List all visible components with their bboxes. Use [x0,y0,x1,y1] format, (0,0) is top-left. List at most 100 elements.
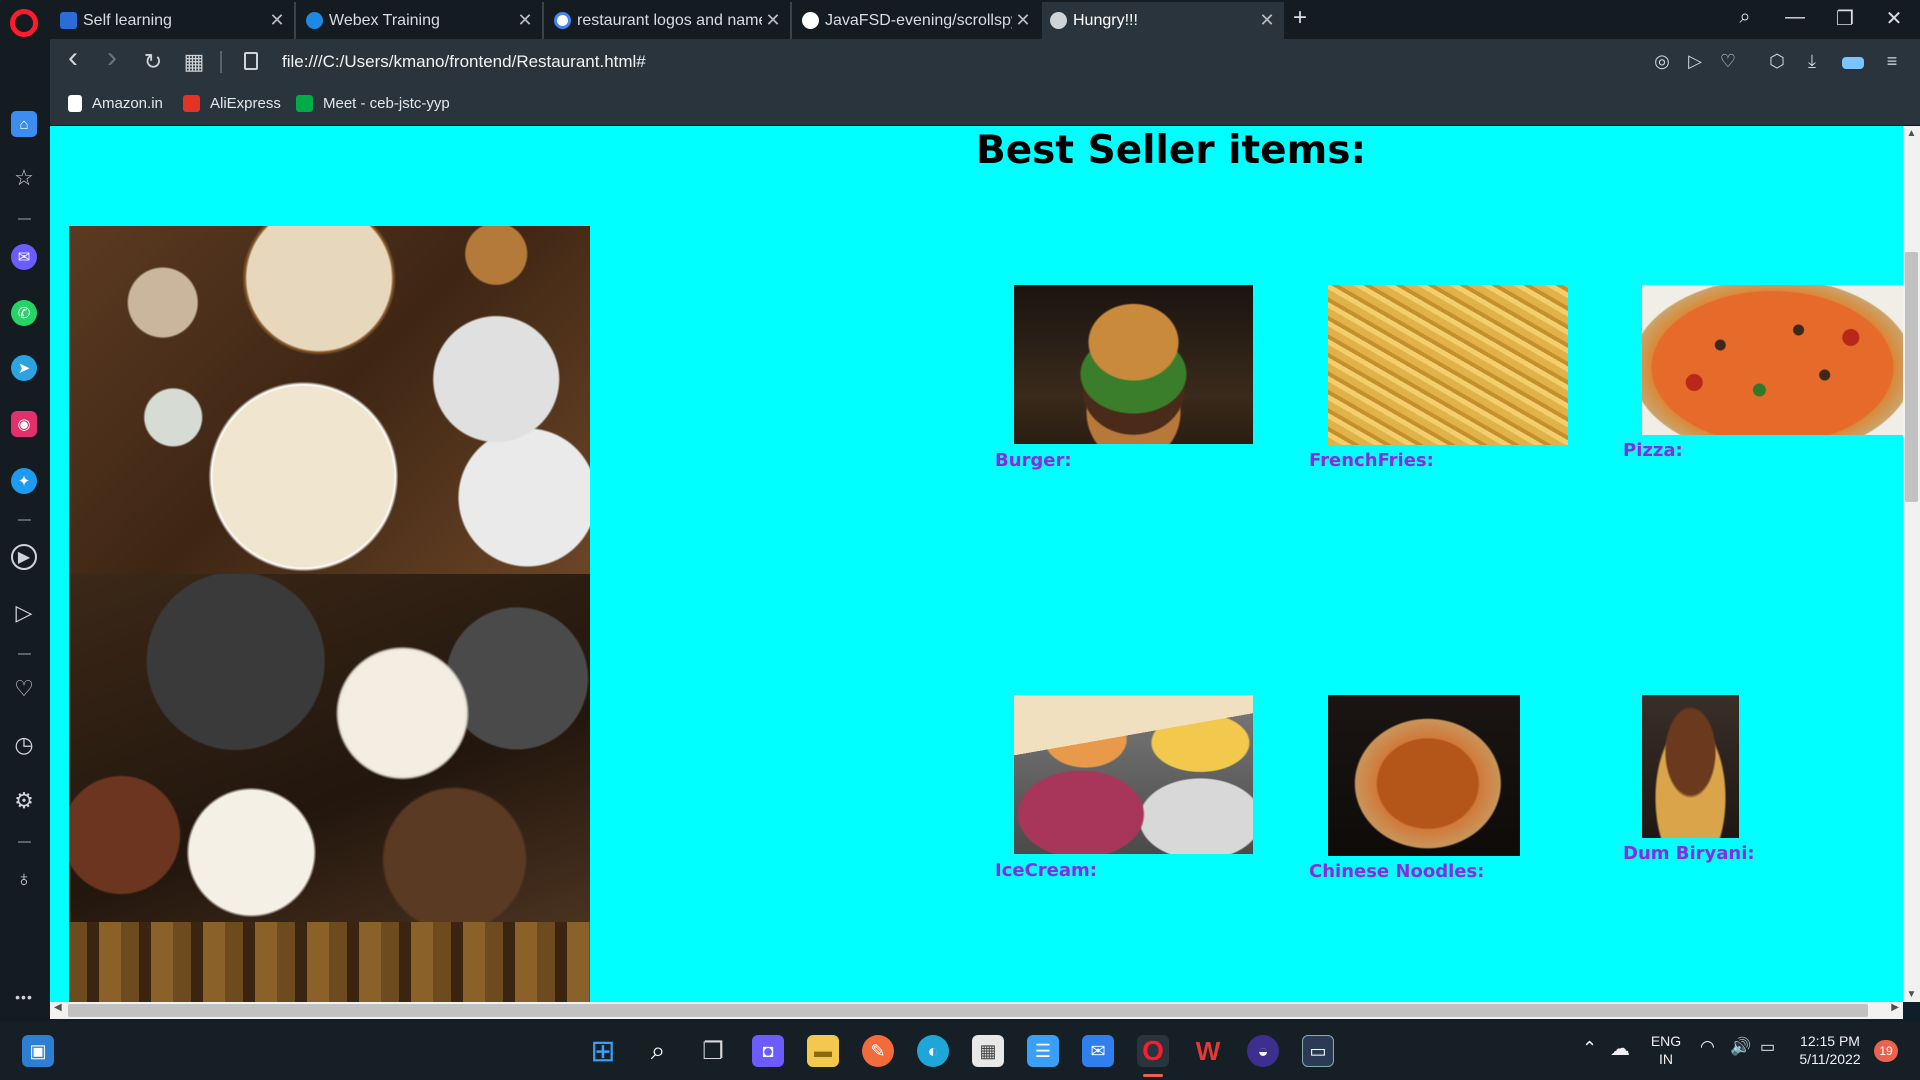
wifi-icon[interactable]: ◠ [1700,1037,1715,1057]
close-tab-icon[interactable]: ✕ [1012,10,1034,31]
scroll-right-icon[interactable]: ▶ [1891,1002,1899,1013]
address-bar: ‹ › ↻ ▦ file:///C:/Users/kmano/frontend/… [50,39,1920,87]
vertical-scroll-thumb[interactable] [1905,252,1918,502]
github-favicon-icon [802,12,819,29]
close-tab-icon[interactable]: ✕ [514,10,536,31]
search-icon[interactable]: ⌕ [642,1035,674,1067]
instagram-icon[interactable]: ◉ [11,411,37,437]
scroll-left-icon[interactable]: ◀ [54,1002,62,1013]
widgets-icon[interactable]: ▣ [22,1035,54,1067]
grilled-platter-photo [69,574,590,922]
settings-icon[interactable]: ⚙ [11,788,37,814]
easy-setup-icon[interactable]: ≡ [1879,51,1905,72]
new-tab-button[interactable]: + [1293,4,1307,32]
page-info-icon[interactable] [244,52,258,70]
bookmark-aliexpress[interactable]: AliExpress [183,95,281,112]
restore-button[interactable]: ❐ [1828,6,1862,31]
pinboards-icon[interactable]: ♡ [11,676,37,702]
icecream-image [1014,695,1253,854]
show-hidden-icons-icon[interactable]: ⌃ [1582,1038,1597,1059]
vertical-scrollbar[interactable]: ▲ ▼ [1903,126,1920,1002]
onedrive-icon[interactable]: ☁ [1610,1036,1630,1061]
notepad-icon[interactable]: ☰ [1027,1035,1059,1067]
download-icon[interactable]: ⤓ [1799,51,1825,72]
google-meet-icon [296,95,313,112]
close-tab-icon[interactable]: ✕ [266,10,288,31]
sidebar-divider [18,218,31,220]
back-button[interactable]: ‹ [58,41,88,75]
tabs-grid-button[interactable]: ▦ [179,49,209,75]
tab-github-scrollspy[interactable]: JavaFSD-evening/scrollspy. ✕ [794,2,1040,39]
forward-button[interactable]: › [97,41,127,75]
orange-app-icon[interactable]: ✎ [862,1035,894,1067]
snapshot-icon[interactable]: ◎ [1649,51,1675,72]
task-view-icon[interactable]: ❐ [697,1035,729,1067]
twitter-icon[interactable]: ✦ [11,468,37,494]
close-tab-icon[interactable]: ✕ [762,10,784,31]
close-tab-icon[interactable]: ✕ [1256,10,1278,31]
mysql-client-icon[interactable]: ▭ [1302,1035,1334,1067]
messenger-icon[interactable]: ✉ [11,244,37,270]
send-icon[interactable]: ▷ [1682,51,1708,72]
flow-icon[interactable]: ▷ [11,600,37,626]
file-explorer-icon[interactable]: ▬ [807,1035,839,1067]
more-icon[interactable]: ••• [11,984,37,1010]
region-code: IN [1659,1051,1673,1067]
reload-button[interactable]: ↻ [138,49,168,75]
bookmark-meet[interactable]: Meet - ceb-jstc-yyp [296,95,450,112]
store-icon[interactable]: ▦ [972,1035,1004,1067]
tab-search-icon[interactable]: ⌕ [1728,6,1762,29]
frenchfries-image [1328,285,1568,445]
horizontal-scroll-thumb[interactable] [68,1004,1868,1017]
speed-dial-icon[interactable]: ☆ [11,165,37,191]
horizontal-scrollbar[interactable]: ◀ ▶ [50,1002,1903,1019]
page-title: Best Seller items: [976,128,1367,173]
battery-icon[interactable]: ▭ [1760,1037,1775,1057]
history-icon[interactable]: ◷ [11,732,37,758]
home-icon[interactable]: ⌂ [11,111,37,137]
item-label: IceCream: [995,860,1097,881]
tab-self-learning[interactable]: Self learning ✕ [52,2,296,39]
tab-hungry[interactable]: Hungry!!! ✕ [1042,2,1284,39]
url-field[interactable]: file:///C:/Users/kmano/frontend/Restaura… [282,52,646,72]
battery-saver-icon[interactable] [1842,57,1864,69]
teams-chat-icon[interactable]: ◘ [752,1035,784,1067]
item-label: Burger: [995,450,1072,471]
clock[interactable]: 12:15 PM 5/11/2022 [1790,1032,1870,1068]
edge-icon[interactable]: ◐ [917,1035,949,1067]
opera-menu-icon[interactable] [10,9,38,37]
scroll-down-icon[interactable]: ▼ [1903,989,1920,1000]
mail-icon[interactable]: ✉ [1082,1035,1114,1067]
tab-restaurant-logos[interactable]: restaurant logos and name ✕ [546,2,792,39]
scroll-up-icon[interactable]: ▲ [1903,128,1920,139]
cube-icon[interactable]: ⬡ [1764,51,1790,72]
tab-label: JavaFSD-evening/scrollspy. [825,11,1012,29]
heart-icon[interactable]: ♡ [1715,51,1741,72]
whatsapp-icon[interactable]: ✆ [11,300,37,326]
eclipse-icon[interactable]: ◒ [1247,1035,1279,1067]
divider [220,51,222,73]
opera-icon[interactable]: O [1137,1035,1169,1067]
close-window-button[interactable]: ✕ [1877,6,1911,31]
tab-webex-training[interactable]: Webex Training ✕ [298,2,544,39]
volume-icon[interactable]: 🔊 [1730,1037,1751,1057]
google-favicon-icon [554,12,571,29]
item-label: Pizza: [1623,440,1683,461]
language-indicator[interactable]: ENG IN [1646,1032,1686,1068]
tab-label: restaurant logos and name [577,11,762,29]
bookmarks-bar: Amazon.in AliExpress Meet - ceb-jstc-yyp [50,87,1920,126]
start-icon[interactable]: ⊞ [587,1035,619,1068]
telegram-icon[interactable]: ➤ [11,355,37,381]
bookmark-amazon[interactable]: Amazon.in [68,95,163,112]
sidebar-divider [18,841,31,843]
minimize-button[interactable]: — [1778,6,1812,29]
clock-time: 12:15 PM [1800,1033,1860,1049]
aliexpress-icon [183,95,200,112]
webex-favicon-icon [306,12,323,29]
item-label: FrenchFries: [1309,450,1434,471]
player-icon[interactable]: ▶ [11,544,37,570]
notification-count-badge[interactable]: 19 [1874,1040,1898,1062]
wps-office-icon[interactable]: W [1192,1035,1224,1067]
browser-tab-strip: Self learning ✕ Webex Training ✕ restaur… [0,0,1920,39]
tips-icon[interactable]: ♁ [11,866,37,892]
